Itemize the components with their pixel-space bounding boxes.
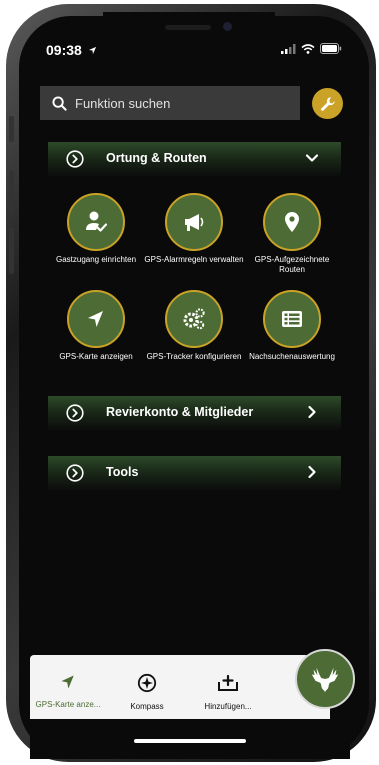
tile-gps-alarmregeln[interactable]: GPS-Alarmregeln verwalten [144,193,244,265]
nav-label: Kompass [130,702,164,711]
section-label: Revierkonto & Mitglieder [106,405,254,419]
settings-wrench-button[interactable] [312,88,343,119]
wifi-icon [301,43,315,54]
tile-caption: GPS-Aufgezeichnete Routen [254,255,330,274]
wrench-icon [320,96,335,111]
section-tools[interactable]: Tools [48,456,341,490]
bottom-navigation: GPS-Karte anze... Kompass Hinzufügen... [30,655,330,719]
chevron-circle-icon [66,150,84,168]
status-time-text: 09:38 [46,42,82,58]
megaphone-icon [185,214,204,231]
search-input[interactable]: Funktion suchen [40,86,300,120]
tile-caption: Gastzugang einrichten [55,255,137,264]
chevron-circle-icon [66,464,84,482]
tile-caption: Nachsuchenauswertung [249,352,335,361]
tile-gps-karte[interactable]: GPS-Karte anzeigen [46,290,146,362]
location-arrow-icon [88,311,103,327]
status-icons [281,43,342,54]
location-arrow-icon [61,675,74,689]
speaker [165,25,211,30]
tile-caption: GPS-Tracker konfigurieren [146,352,242,361]
chevron-circle-icon [66,404,84,422]
mute-switch [9,116,14,142]
section-revierkonto[interactable]: Revierkonto & Mitglieder [48,396,341,430]
add-tray-icon [218,674,238,691]
list-icon [282,311,302,327]
nav-gps-karte[interactable]: GPS-Karte anze... [30,655,106,719]
screen [19,16,369,756]
tile-bubble [263,290,321,348]
section-label: Tools [106,465,139,479]
search-icon [52,95,67,111]
volume-up-button [9,170,14,216]
chevron-right-icon [308,465,316,479]
gears-icon [183,308,205,330]
location-services-icon [88,46,96,55]
tile-bubble [263,193,321,251]
compass-icon [137,673,157,693]
tile-caption: GPS-Karte anzeigen [59,352,133,361]
tile-gastzugang[interactable]: Gastzugang einrichten [46,193,146,265]
home-indicator[interactable] [134,739,246,743]
section-label: Ortung & Routen [106,151,207,165]
map-pin-icon [285,212,299,232]
tile-bubble [67,290,125,348]
search-row: Funktion suchen [40,86,343,120]
tile-bubble [165,290,223,348]
status-bar: 09:38 [28,38,348,60]
tile-bubble [67,193,125,251]
chevron-down-icon [305,154,319,162]
nav-hinzufuegen[interactable]: Hinzufügen... [196,655,260,719]
search-placeholder: Funktion suchen [75,95,171,111]
tile-nachsuchenauswertung[interactable]: Nachsuchenauswertung [242,290,342,362]
tile-gps-tracker[interactable]: GPS-Tracker konfigurieren [144,290,244,362]
status-time: 09:38 [46,42,97,58]
tile-bubble [165,193,223,251]
chevron-right-icon [308,405,316,419]
nav-label: Hinzufügen... [204,702,252,711]
nav-label: GPS-Karte anze... [35,700,101,709]
section-ortung-routen[interactable]: Ortung & Routen [48,142,341,176]
app-logo-fab[interactable] [295,649,355,709]
tile-caption: GPS-Alarmregeln verwalten [144,255,244,264]
tile-gps-routen[interactable]: GPS-Aufgezeichnete Routen [242,193,342,275]
cellular-signal-icon [281,43,296,54]
deer-logo-icon [311,667,339,693]
user-check-icon [86,211,108,232]
battery-icon [320,43,342,54]
volume-down-button [9,228,14,274]
front-camera [223,22,232,31]
nav-kompass[interactable]: Kompass [118,655,176,719]
